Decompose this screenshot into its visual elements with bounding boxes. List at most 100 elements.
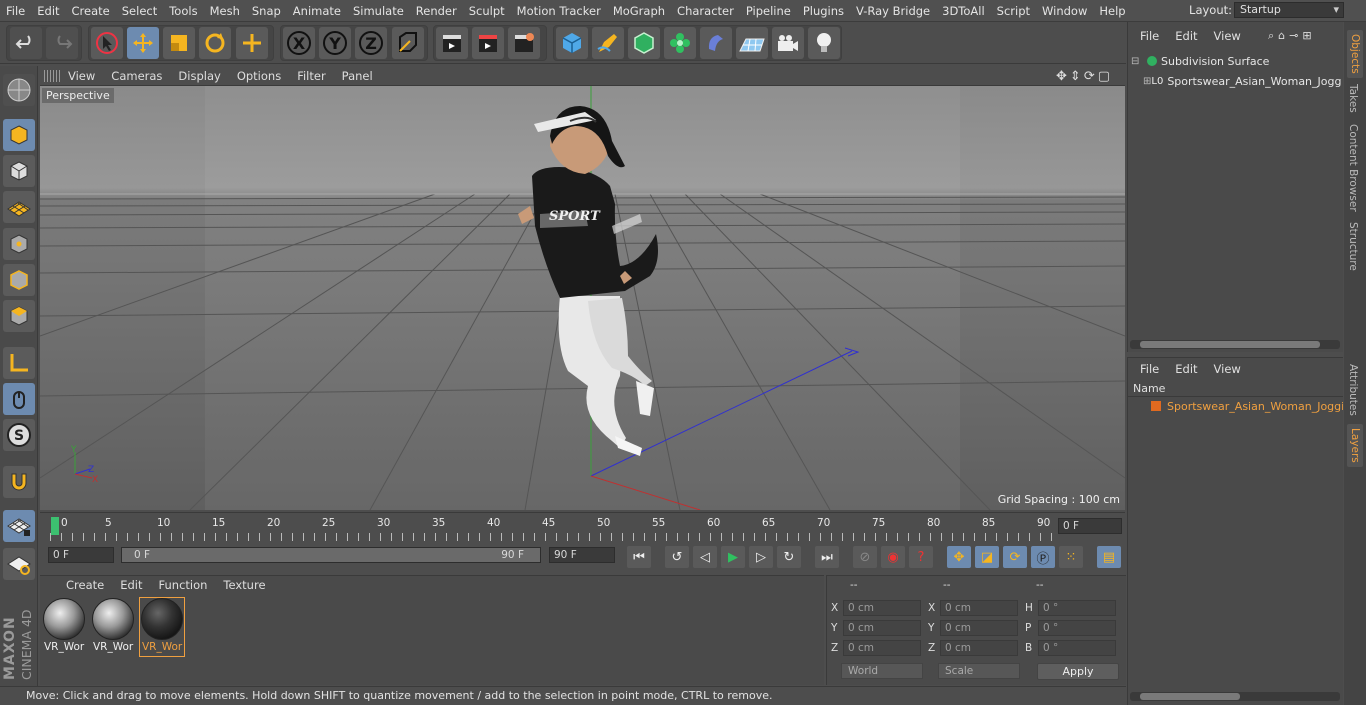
- material-menu-texture[interactable]: Texture: [215, 578, 273, 592]
- end-frame-field[interactable]: 90 F: [549, 547, 615, 563]
- tweak-mode-button[interactable]: [3, 383, 35, 415]
- search-icon[interactable]: ⌕: [1268, 29, 1274, 43]
- timeline-window-button[interactable]: ▤: [1097, 546, 1121, 568]
- maximize-icon[interactable]: ▢: [1098, 69, 1110, 84]
- objects-horizontal-scrollbar[interactable]: [1130, 340, 1340, 349]
- menu-plugins[interactable]: Plugins: [797, 0, 850, 22]
- material-menu-edit[interactable]: Edit: [112, 578, 150, 592]
- workplane-lock-button[interactable]: [3, 510, 35, 542]
- layers-horizontal-scrollbar[interactable]: [1130, 692, 1340, 701]
- apply-button[interactable]: Apply: [1037, 663, 1119, 680]
- axis-mode-button[interactable]: [3, 347, 35, 379]
- menu-motion-tracker[interactable]: Motion Tracker: [511, 0, 607, 22]
- home-icon[interactable]: ⌂: [1278, 29, 1285, 43]
- scroll-thumb[interactable]: [1140, 693, 1240, 700]
- menu-select[interactable]: Select: [116, 0, 163, 22]
- record-keys-button[interactable]: ⊘: [853, 546, 877, 568]
- menu-window[interactable]: Window: [1036, 0, 1093, 22]
- scroll-thumb[interactable]: [1140, 341, 1320, 348]
- cloner-button[interactable]: [664, 27, 696, 59]
- size-mode-dropdown[interactable]: Scale: [938, 663, 1020, 679]
- light-button[interactable]: [808, 27, 840, 59]
- layer-item[interactable]: Sportswear_Asian_Woman_Joggir: [1135, 398, 1343, 414]
- autokey-button[interactable]: ◉: [881, 546, 905, 568]
- pen-spline-button[interactable]: [592, 27, 624, 59]
- key-parameter-button[interactable]: Ⓟ: [1031, 546, 1055, 568]
- tab-takes[interactable]: Takes: [1347, 84, 1359, 113]
- coordinate-system-dropdown[interactable]: World: [841, 663, 923, 679]
- rotation-b-field[interactable]: 0 °: [1038, 640, 1116, 656]
- objects-menu-edit[interactable]: Edit: [1167, 29, 1205, 43]
- menu-edit[interactable]: Edit: [31, 0, 65, 22]
- menu-file[interactable]: File: [0, 0, 31, 22]
- size-z-field[interactable]: 0 cm: [940, 640, 1018, 656]
- rotation-p-field[interactable]: 0 °: [1038, 620, 1116, 636]
- viewport-menu-filter[interactable]: Filter: [289, 69, 333, 83]
- material-item[interactable]: VR_Wor: [91, 598, 135, 656]
- collapse-icon[interactable]: ⊟: [1131, 56, 1143, 67]
- menu-mesh[interactable]: Mesh: [204, 0, 246, 22]
- new-window-icon[interactable]: ⊞: [1302, 29, 1311, 43]
- select-tool-button[interactable]: [91, 27, 123, 59]
- pan-icon[interactable]: ✥: [1056, 69, 1067, 84]
- menu-simulate[interactable]: Simulate: [347, 0, 410, 22]
- menu-character[interactable]: Character: [671, 0, 740, 22]
- render-view-button[interactable]: [436, 27, 468, 59]
- menu-tools[interactable]: Tools: [163, 0, 203, 22]
- position-y-field[interactable]: 0 cm: [843, 620, 921, 636]
- polygons-mode-button[interactable]: [3, 300, 35, 332]
- layers-column-header[interactable]: Name: [1128, 381, 1343, 397]
- viewport-menu-display[interactable]: Display: [170, 69, 228, 83]
- snap-button[interactable]: S: [3, 419, 35, 451]
- make-editable-button[interactable]: [3, 74, 35, 106]
- undo-button[interactable]: [10, 27, 42, 59]
- playhead[interactable]: [51, 517, 59, 535]
- objects-menu-view[interactable]: View: [1206, 29, 1249, 43]
- material-item[interactable]: VR_Wor: [42, 598, 86, 656]
- texture-mode-button[interactable]: [3, 155, 35, 187]
- position-x-field[interactable]: 0 cm: [843, 600, 921, 616]
- material-item-selected[interactable]: VR_Wor: [139, 597, 185, 657]
- play-button[interactable]: ▶: [721, 546, 745, 568]
- tab-objects[interactable]: Objects: [1347, 30, 1363, 78]
- floor-button[interactable]: [736, 27, 768, 59]
- key-scale-button[interactable]: ◪: [975, 546, 999, 568]
- live-selection-button[interactable]: [236, 27, 268, 59]
- menu-snap[interactable]: Snap: [246, 0, 287, 22]
- dolly-icon[interactable]: ⇕: [1070, 69, 1081, 84]
- menu-script[interactable]: Script: [991, 0, 1036, 22]
- key-pla-button[interactable]: ⁙: [1059, 546, 1083, 568]
- go-to-start-button[interactable]: ⏮: [627, 546, 651, 568]
- layers-menu-view[interactable]: View: [1206, 362, 1249, 376]
- menu-create[interactable]: Create: [66, 0, 116, 22]
- points-mode-button[interactable]: [3, 228, 35, 260]
- 3d-viewport[interactable]: SPORT Y Z X: [40, 86, 1125, 510]
- render-picture-viewer-button[interactable]: [472, 27, 504, 59]
- expand-icon[interactable]: ⊞: [1143, 76, 1151, 87]
- tab-attributes[interactable]: Attributes: [1347, 364, 1359, 416]
- edges-mode-button[interactable]: [3, 264, 35, 296]
- material-menu-create[interactable]: Create: [58, 578, 112, 592]
- next-frame-button[interactable]: ▷: [749, 546, 773, 568]
- key-rotation-button[interactable]: ⟳: [1003, 546, 1027, 568]
- viewport-menu-view[interactable]: View: [60, 69, 103, 83]
- viewport-menu-options[interactable]: Options: [229, 69, 289, 83]
- layers-menu-file[interactable]: File: [1132, 362, 1167, 376]
- current-frame-field[interactable]: 0 F: [1058, 518, 1122, 534]
- previous-frame-button[interactable]: ◁: [693, 546, 717, 568]
- rotate-tool-button[interactable]: [199, 27, 231, 59]
- previous-key-button[interactable]: ↺: [665, 546, 689, 568]
- render-settings-button[interactable]: [508, 27, 540, 59]
- viewport-menu-panel[interactable]: Panel: [334, 69, 381, 83]
- viewport-menu-cameras[interactable]: Cameras: [103, 69, 170, 83]
- tree-item-woman[interactable]: ⊞ L0 Sportswear_Asian_Woman_Jogg: [1143, 73, 1341, 89]
- size-y-field[interactable]: 0 cm: [940, 620, 1018, 636]
- timeline-ruler[interactable]: 0 5 10 15 20 25 30 35 40 45 50 55 60 65 …: [40, 512, 1125, 542]
- tree-item-subdivision[interactable]: ⊟ Subdivision Surface: [1131, 53, 1341, 69]
- size-x-field[interactable]: 0 cm: [940, 600, 1018, 616]
- camera-button[interactable]: [772, 27, 804, 59]
- start-frame-field[interactable]: 0 F: [48, 547, 114, 563]
- model-mode-button[interactable]: [3, 119, 35, 151]
- layout-select[interactable]: Startup: [1234, 2, 1344, 18]
- next-key-button[interactable]: ↻: [777, 546, 801, 568]
